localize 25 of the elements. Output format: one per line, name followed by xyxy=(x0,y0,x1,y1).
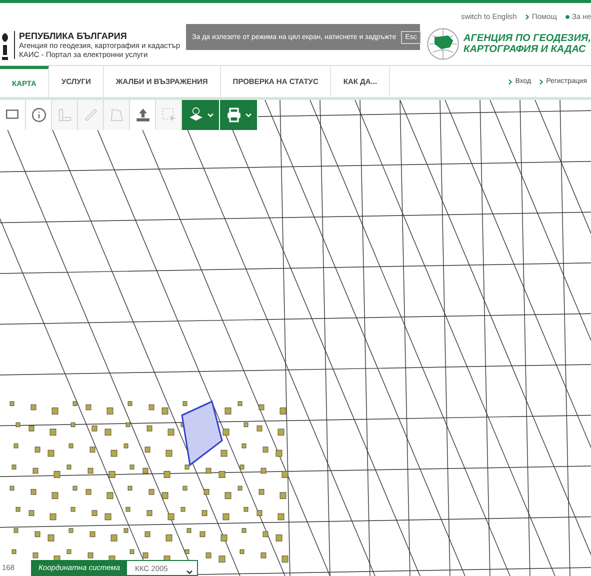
ruler-icon xyxy=(82,107,98,123)
chevron-icon xyxy=(508,78,514,84)
toolbar-dropdown-button[interactable] xyxy=(220,100,258,130)
info-icon xyxy=(30,107,46,123)
upload-icon xyxy=(134,107,150,123)
toolbar-button[interactable] xyxy=(26,100,52,130)
toolbar-dropdown-button[interactable] xyxy=(182,100,220,130)
agency-logo-text: АГЕНЦИЯ ПО ГЕОДЕЗИЯ, xyxy=(464,33,591,44)
ruler-icon xyxy=(56,107,72,123)
chevron-icon xyxy=(539,78,544,84)
eye-icon xyxy=(564,14,570,20)
caret-icon xyxy=(244,112,252,118)
globe-logo-icon xyxy=(426,27,460,61)
print-icon xyxy=(226,107,242,123)
toolbar-button[interactable] xyxy=(130,100,156,130)
layers-icon xyxy=(188,107,204,123)
selection-icon xyxy=(160,107,176,123)
country-title: РЕПУБЛИКА БЪЛГАРИЯ xyxy=(19,31,128,41)
polygon-icon xyxy=(108,107,124,123)
agency-logo-text: КАРТОГРАФИЯ И КАДАС xyxy=(464,44,587,55)
chevron-icon xyxy=(524,14,530,20)
toolbar-button[interactable] xyxy=(0,100,26,130)
chevron-icon xyxy=(186,570,194,575)
caret-icon xyxy=(206,112,214,118)
coat-of-arms-icon xyxy=(0,31,10,61)
